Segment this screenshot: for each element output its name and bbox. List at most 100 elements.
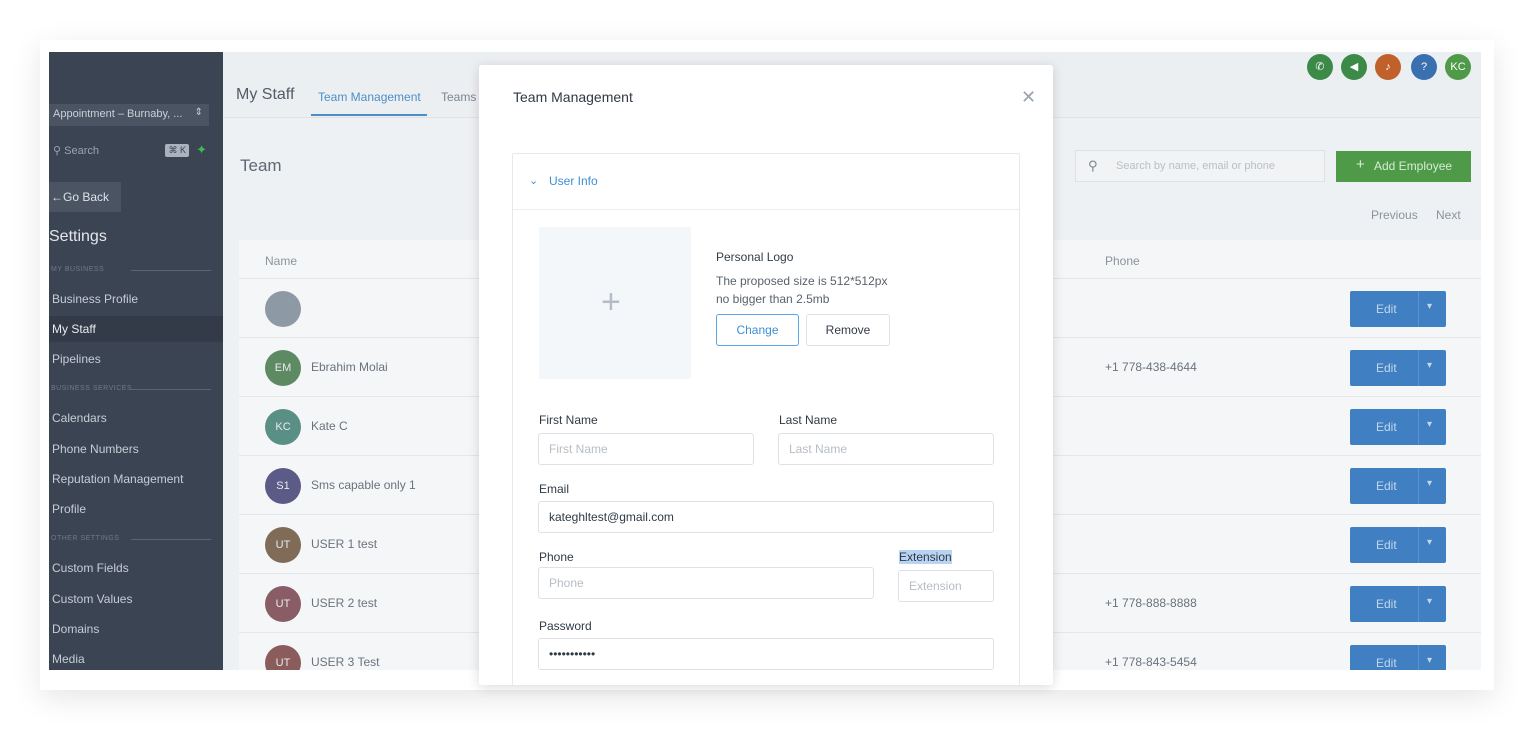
- last-name-label: Last Name: [779, 413, 838, 427]
- user-info-header[interactable]: ⌄ User Info: [513, 154, 1019, 210]
- sidebar-item-calendars[interactable]: Calendars: [49, 405, 223, 431]
- avatar: UT: [265, 527, 301, 563]
- avatar: KC: [265, 409, 301, 445]
- chevron-down-icon[interactable]: ▾: [1427, 360, 1432, 371]
- close-icon[interactable]: ✕: [1021, 87, 1036, 108]
- sidebar-item-profile[interactable]: Profile: [49, 496, 223, 522]
- add-employee-label: Add Employee: [1374, 159, 1453, 173]
- email-field[interactable]: kateghltest@gmail.com: [538, 501, 994, 533]
- previous-page-button[interactable]: Previous: [1371, 208, 1418, 222]
- search-icon: ⚲: [1088, 158, 1098, 173]
- quick-add-icon[interactable]: ✦: [196, 142, 207, 158]
- edit-button[interactable]: Edit ▾: [1350, 409, 1446, 445]
- divider: [1418, 586, 1419, 622]
- email-label: Email: [539, 482, 570, 496]
- edit-button[interactable]: Edit ▾: [1350, 350, 1446, 386]
- employee-phone: +1 778-438-4644: [1105, 360, 1197, 374]
- sidebar-item-custom-fields[interactable]: Custom Fields: [49, 555, 223, 581]
- chevron-down-icon[interactable]: ▾: [1427, 537, 1432, 548]
- extension-field[interactable]: Extension: [898, 570, 994, 602]
- tab-team-management[interactable]: Team Management: [318, 90, 421, 104]
- divider: [1418, 291, 1419, 327]
- chevron-down-icon[interactable]: ▾: [1427, 301, 1432, 312]
- divider: [1418, 350, 1419, 386]
- edit-button[interactable]: Edit ▾: [1350, 645, 1446, 670]
- logo-size-hint: The proposed size is 512*512px: [716, 274, 888, 288]
- logo-limit-hint: no bigger than 2.5mb: [716, 292, 830, 306]
- section-other-settings: OTHER SETTINGS: [51, 535, 213, 542]
- employee-name: Ebrahim Molai: [311, 360, 388, 374]
- chevron-down-icon[interactable]: ▾: [1427, 596, 1432, 607]
- sidebar-item-my-staff[interactable]: My Staff: [49, 316, 223, 342]
- megaphone-icon[interactable]: ◀: [1341, 54, 1367, 80]
- phone-field[interactable]: Phone: [538, 567, 874, 599]
- employee-search-placeholder: Search by name, email or phone: [1116, 160, 1275, 172]
- sidebar-item-phone-numbers[interactable]: Phone Numbers: [49, 436, 223, 462]
- edit-button[interactable]: Edit ▾: [1350, 468, 1446, 504]
- password-field[interactable]: •••••••••••: [538, 638, 994, 670]
- go-back-label: Go Back: [63, 190, 110, 204]
- extension-placeholder: Extension: [909, 579, 962, 593]
- phone-icon[interactable]: ✆: [1307, 54, 1333, 80]
- sidebar-item-reputation-management[interactable]: Reputation Management: [49, 466, 223, 492]
- change-logo-button[interactable]: Change: [716, 314, 799, 346]
- column-header-phone: Phone: [1105, 254, 1140, 268]
- divider: [1418, 645, 1419, 670]
- add-employee-button[interactable]: + Add Employee: [1336, 151, 1471, 182]
- sidebar: Appointment – Burnaby, ... ⇕ ⚲ Search ⌘ …: [49, 52, 223, 670]
- avatar: S1: [265, 468, 301, 504]
- edit-label: Edit: [1376, 538, 1397, 552]
- employee-name: USER 1 test: [311, 537, 378, 551]
- first-name-field[interactable]: First Name: [538, 433, 754, 465]
- chevron-down-icon[interactable]: ▾: [1427, 478, 1432, 489]
- edit-label: Edit: [1376, 479, 1397, 493]
- remove-logo-button[interactable]: Remove: [806, 314, 890, 346]
- sidebar-item-custom-values[interactable]: Custom Values: [49, 586, 223, 612]
- arrow-left-icon: ←: [51, 190, 63, 204]
- avatar: EM: [265, 350, 301, 386]
- employee-name: USER 3 Test: [311, 655, 380, 669]
- avatar[interactable]: KC: [1445, 54, 1471, 80]
- edit-button[interactable]: Edit ▾: [1350, 586, 1446, 622]
- chevron-down-icon[interactable]: ▾: [1427, 655, 1432, 666]
- employee-search-input[interactable]: ⚲ Search by name, email or phone: [1075, 150, 1325, 182]
- help-icon[interactable]: ?: [1411, 54, 1437, 80]
- team-title: Team: [240, 156, 282, 175]
- employee-phone: +1 778-843-5454: [1105, 655, 1197, 669]
- logo-upload-area[interactable]: +: [539, 227, 691, 379]
- next-page-button[interactable]: Next: [1436, 208, 1461, 222]
- chevron-down-icon[interactable]: ▾: [1427, 419, 1432, 430]
- bell-icon[interactable]: ♪: [1375, 54, 1401, 80]
- employee-name: USER 2 test: [311, 596, 378, 610]
- sidebar-item-business-profile[interactable]: Business Profile: [49, 286, 223, 312]
- password-value: •••••••••••: [549, 647, 596, 661]
- edit-label: Edit: [1376, 656, 1397, 670]
- chevron-updown-icon: ⇕: [194, 107, 203, 118]
- section-my-business: MY BUSINESS: [51, 266, 212, 273]
- location-select-label: Appointment – Burnaby, ...: [53, 108, 183, 120]
- go-back-button[interactable]: ←Go Back: [49, 182, 121, 212]
- avatar: UT: [265, 645, 301, 670]
- sidebar-search-input[interactable]: ⚲ Search ⌘ K ✦: [49, 140, 215, 162]
- edit-button[interactable]: Edit ▾: [1350, 527, 1446, 563]
- team-management-modal: Team Management ✕ ⌄ User Info + Personal…: [479, 65, 1053, 685]
- edit-label: Edit: [1376, 420, 1397, 434]
- last-name-field[interactable]: Last Name: [778, 433, 994, 465]
- page-title: My Staff: [236, 86, 295, 103]
- password-label: Password: [539, 619, 592, 633]
- divider: [1418, 527, 1419, 563]
- location-select[interactable]: Appointment – Burnaby, ... ⇕: [49, 104, 209, 126]
- phone-label: Phone: [539, 550, 574, 564]
- sidebar-item-domains[interactable]: Domains: [49, 616, 223, 642]
- tab-teams[interactable]: Teams: [441, 90, 476, 104]
- phone-placeholder: Phone: [549, 576, 584, 590]
- sidebar-item-media[interactable]: Media: [49, 646, 223, 670]
- employee-name: Kate C: [311, 419, 348, 433]
- first-name-placeholder: First Name: [549, 442, 608, 456]
- plus-icon: +: [601, 283, 621, 321]
- user-info-card: ⌄ User Info + Personal Logo The proposed…: [512, 153, 1020, 685]
- divider: [1418, 468, 1419, 504]
- sidebar-item-pipelines[interactable]: Pipelines: [49, 346, 223, 372]
- column-header-name: Name: [265, 254, 298, 268]
- edit-button[interactable]: Edit ▾: [1350, 291, 1446, 327]
